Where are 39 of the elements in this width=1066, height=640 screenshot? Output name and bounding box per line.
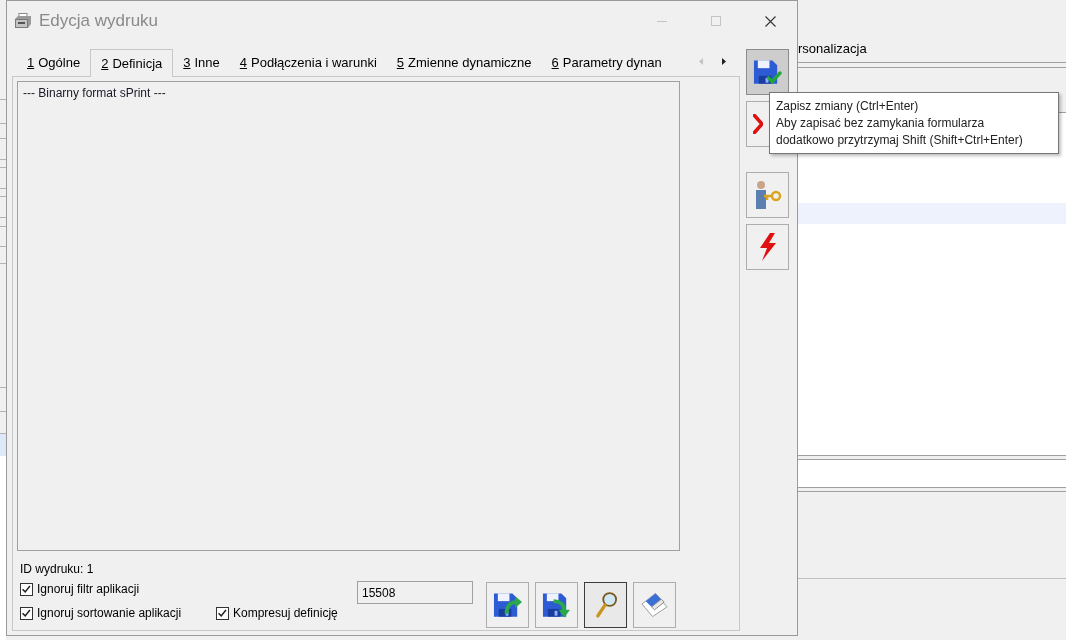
magnifier-icon (594, 591, 617, 619)
tooltip-line: dodatkowo przytrzymaj Shift (Shift+Ctrl+Enter) (776, 132, 1023, 149)
window-title: Edycja wydruku (39, 10, 159, 33)
permissions-button[interactable] (746, 172, 789, 218)
text-area[interactable]: --- Binarny format sPrint --- (17, 81, 680, 551)
import-button[interactable] (486, 582, 529, 628)
tab[interactable]: 1 Ogólne (17, 50, 91, 76)
input-field[interactable]: 15508 (357, 581, 473, 604)
checkbox[interactable] (216, 606, 229, 620)
save-button[interactable] (746, 49, 789, 95)
lightning-icon (758, 233, 777, 261)
printer-icon (14, 13, 32, 29)
tab[interactable]: 5 Zmienne dynamiczne (386, 50, 542, 76)
tab[interactable]: 6 Parametry dynan (541, 50, 672, 76)
row-highlight (0, 434, 6, 456)
checkmark-icon (22, 585, 31, 593)
run-button[interactable] (746, 224, 789, 270)
clear-button[interactable] (633, 582, 676, 628)
save-icon (752, 58, 783, 86)
tab[interactable]: 3 Inne (173, 50, 230, 76)
checkmark-icon (218, 609, 227, 617)
id-label: ID wydruku: 1 (20, 561, 94, 577)
eraser-icon (641, 592, 668, 618)
preview-button[interactable] (584, 582, 627, 628)
tooltip-line: Zapisz zmiany (Ctrl+Enter) (776, 98, 919, 115)
chevron-icon (752, 114, 763, 134)
tooltip-line: Aby zapisać bez zamykania formularza (776, 115, 985, 132)
floppy-arrow-icon (541, 591, 572, 619)
checkbox[interactable] (20, 606, 33, 620)
tab-label: rsonalizacja (798, 40, 867, 59)
tab[interactable]: 2 Definicja (90, 49, 174, 77)
tab[interactable]: 4 Podłączenia i warunki (229, 50, 387, 76)
checkbox-label: Ignoruj sortowanie aplikacji (37, 605, 182, 622)
export-button[interactable] (535, 582, 578, 628)
checkbox-label: Ignoruj filtr aplikacji (37, 581, 140, 598)
floppy-arrow-icon (492, 591, 523, 619)
checkmark-icon (22, 609, 31, 617)
checkbox[interactable] (20, 582, 33, 596)
checkbox-label: Kompresuj definicję (233, 605, 338, 622)
